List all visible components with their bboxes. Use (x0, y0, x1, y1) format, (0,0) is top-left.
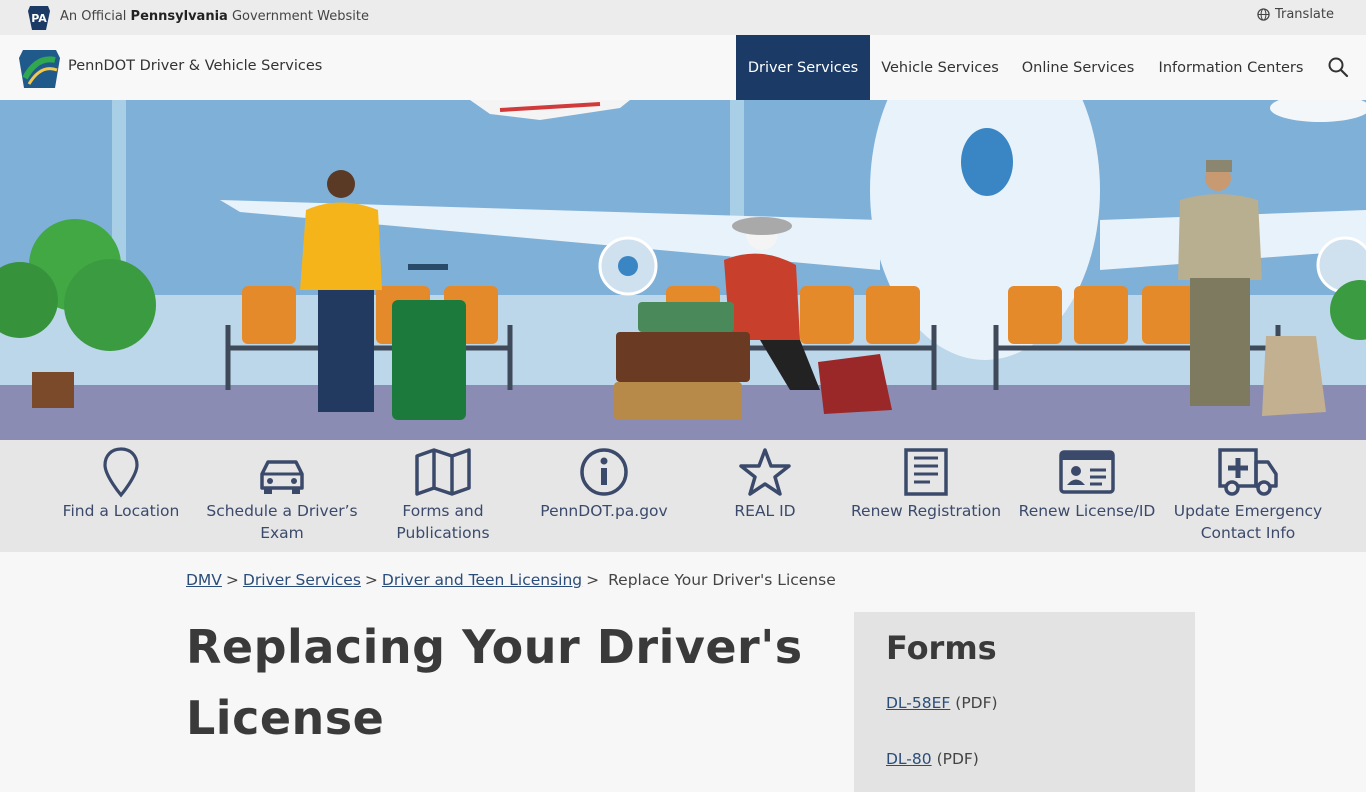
quick-link-renew-license[interactable]: Renew License/ID (1007, 440, 1167, 552)
breadcrumb-current: Replace Your Driver's License (608, 571, 836, 589)
nav-online-services[interactable]: Online Services (1010, 35, 1146, 100)
breadcrumb-link-dmv[interactable]: DMV (186, 571, 222, 589)
car-icon (260, 460, 304, 494)
form-link-dl-58ef[interactable]: DL-58EF (886, 694, 950, 712)
gov-banner: PA An Official Pennsylvania Government W… (0, 0, 1366, 35)
breadcrumb-link-driver-services[interactable]: Driver Services (243, 571, 361, 589)
forms-sidebar: Forms DL-58EF (PDF) DL-80 (PDF) (854, 612, 1195, 792)
translate-label: Translate (1274, 7, 1334, 22)
translate-button[interactable]: Translate (1257, 7, 1334, 22)
site-name[interactable]: PennDOT Driver & Vehicle Services (68, 58, 322, 74)
globe-icon (1257, 8, 1270, 21)
gov-banner-text: An Official Pennsylvania Government Webs… (60, 9, 369, 24)
form-item: DL-58EF (PDF) (886, 694, 998, 712)
breadcrumb: DMV > Driver Services > Driver and Teen Lice… (186, 571, 836, 589)
sidebar-title: Forms (886, 629, 997, 667)
quick-link-label: Find a Location (62, 502, 180, 520)
id-card-icon (1059, 450, 1115, 494)
document-icon (904, 448, 948, 496)
quick-link-label: Renew License/ID (1018, 502, 1156, 520)
page-title: Replacing Your Driver's License (186, 620, 803, 745)
quick-link-penndot-site[interactable]: PennDOT.pa.gov (524, 440, 684, 552)
map-icon (415, 448, 471, 496)
quick-link-label: Renew Registration (850, 502, 1002, 520)
breadcrumb-link-driver-teen-licensing[interactable]: Driver and Teen Licensing (382, 571, 582, 589)
quick-links: Find a Location Schedule a Driver’s Exam… (0, 440, 1366, 552)
quick-link-label: REAL ID (734, 502, 796, 520)
svg-text:PA: PA (31, 12, 47, 25)
quick-link-label: Update Emergency Contact Info (1173, 502, 1323, 542)
nav-information-centers[interactable]: Information Centers (1146, 35, 1316, 100)
info-icon (580, 448, 628, 496)
quick-link-label: PennDOT.pa.gov (540, 502, 668, 520)
quick-link-emergency-contact[interactable]: Update Emergency Contact Info (1168, 440, 1328, 552)
star-icon (739, 448, 791, 496)
pa-keystone-icon: PA (28, 6, 50, 30)
quick-link-schedule-exam[interactable]: Schedule a Driver’s Exam (202, 440, 362, 552)
quick-link-real-id[interactable]: REAL ID (685, 440, 845, 552)
nav-driver-services[interactable]: Driver Services (736, 35, 870, 100)
form-item: DL-80 (PDF) (886, 750, 979, 768)
quick-link-label: Schedule a Driver’s Exam (206, 502, 358, 542)
quick-link-label: Forms and Publications (396, 502, 490, 542)
search-icon[interactable] (1327, 56, 1349, 78)
penndot-logo-icon (19, 50, 60, 88)
map-pin-icon (103, 447, 139, 498)
quick-link-find-location[interactable]: Find a Location (41, 440, 201, 552)
hero-airport-illustration (0, 100, 1366, 440)
nav-vehicle-services[interactable]: Vehicle Services (870, 35, 1010, 100)
form-link-dl-80[interactable]: DL-80 (886, 750, 932, 768)
quick-link-forms-publications[interactable]: Forms and Publications (363, 440, 523, 552)
ambulance-icon (1218, 448, 1278, 496)
quick-link-renew-registration[interactable]: Renew Registration (846, 440, 1006, 552)
site-header: PennDOT Driver & Vehicle Services Driver… (0, 35, 1366, 100)
